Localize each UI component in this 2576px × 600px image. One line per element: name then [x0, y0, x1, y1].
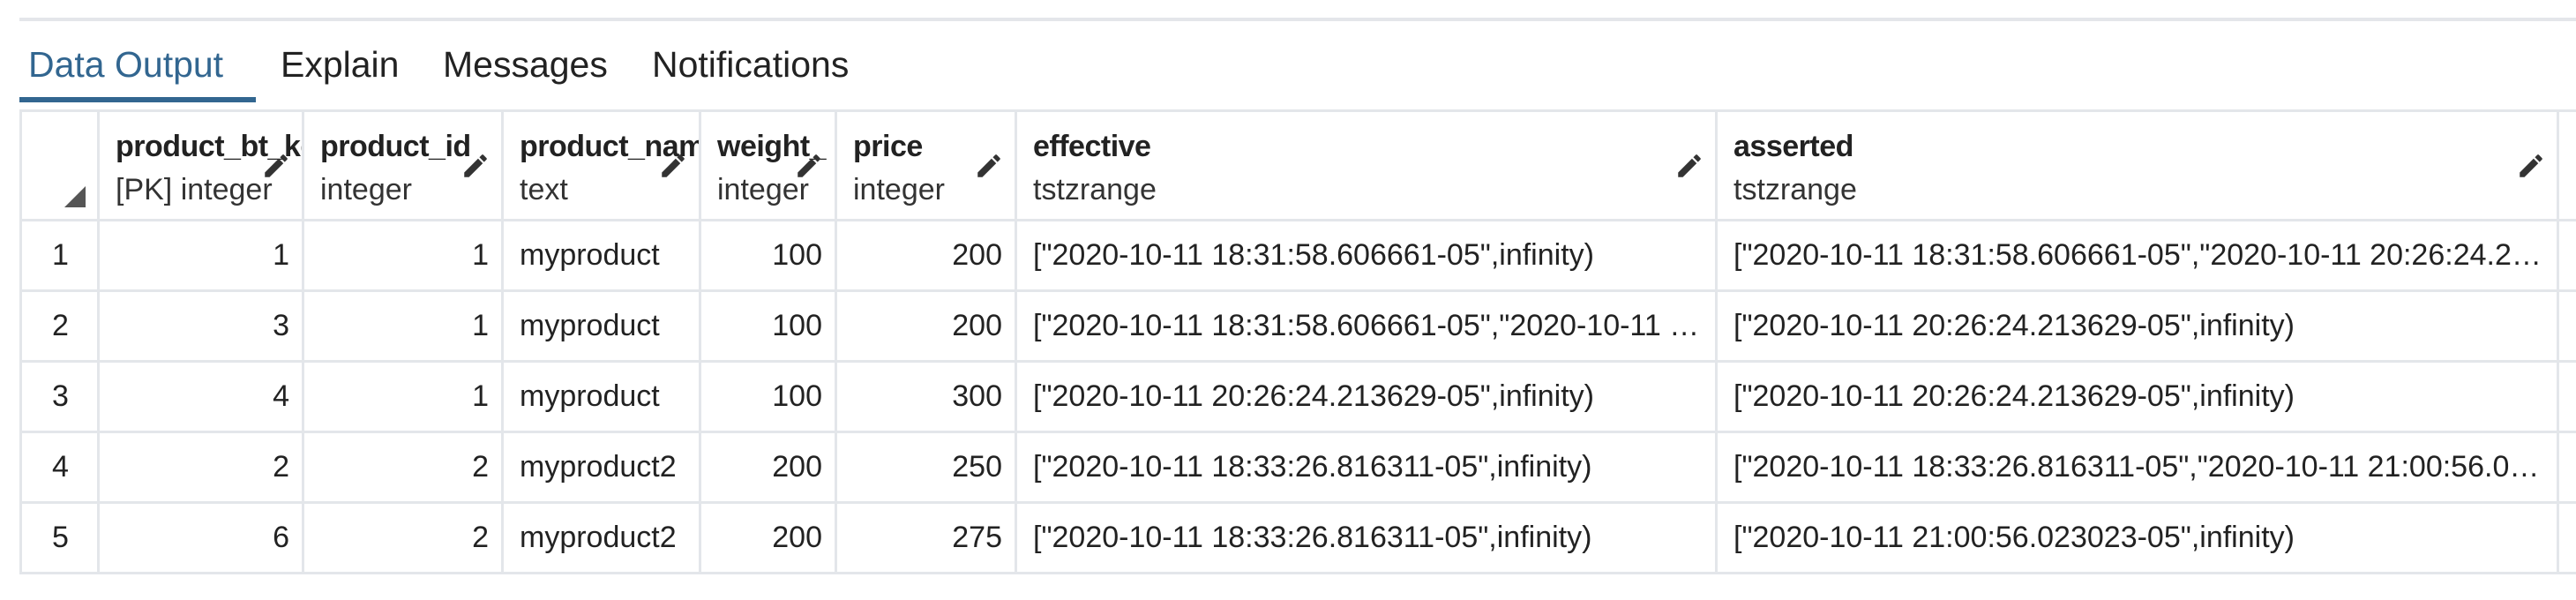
cell-product-bt-key[interactable]: 1 [97, 219, 304, 292]
results-tab-bar: Data Output Explain Messages Notificatio… [19, 21, 2576, 106]
table-row[interactable]: 2 3 1 myproduct 100 200 ["2020-10-11 18:… [19, 289, 2576, 363]
table-row[interactable]: 3 4 1 myproduct 100 300 ["2020-10-11 20:… [19, 360, 2576, 433]
cell-price[interactable]: 200 [835, 219, 1017, 292]
pencil-icon[interactable] [2516, 151, 2546, 181]
column-header-product-id[interactable]: product_id integer [302, 109, 504, 221]
column-header-asserted[interactable]: asserted tstzrange [1715, 109, 2559, 221]
cell-product-name[interactable]: myproduct2 [501, 501, 701, 574]
results-table: product_bt_ke [PK] integer product_id in… [19, 109, 2576, 574]
row-number[interactable]: 1 [19, 219, 100, 292]
cell-price[interactable]: 200 [835, 289, 1017, 363]
pencil-icon[interactable] [794, 151, 824, 181]
cell-asserted[interactable]: ["2020-10-11 20:26:24.213629-05",infinit… [1715, 360, 2559, 433]
header-row: product_bt_ke [PK] integer product_id in… [19, 109, 2576, 221]
pencil-icon[interactable] [461, 151, 490, 181]
cell-product-id[interactable]: 2 [302, 501, 504, 574]
cell-overflow [2557, 501, 2576, 574]
cell-product-name[interactable]: myproduct [501, 219, 701, 292]
column-type: tstzrange [1033, 173, 1157, 206]
row-number[interactable]: 2 [19, 289, 100, 363]
column-header-weight[interactable]: weight_ integer [699, 109, 837, 221]
pencil-icon[interactable] [261, 151, 291, 181]
cell-overflow [2557, 431, 2576, 504]
cell-effective[interactable]: ["2020-10-11 18:31:58.606661-05","2020-1… [1015, 289, 1718, 363]
cell-effective[interactable]: ["2020-10-11 18:33:26.816311-05",infinit… [1015, 431, 1718, 504]
cell-price[interactable]: 275 [835, 501, 1017, 574]
cell-asserted[interactable]: ["2020-10-11 18:33:26.816311-05","2020-1… [1715, 431, 2559, 504]
column-type: tstzrange [1734, 173, 1857, 206]
table-row[interactable]: 1 1 1 myproduct 100 200 ["2020-10-11 18:… [19, 219, 2576, 292]
cell-effective[interactable]: ["2020-10-11 20:26:24.213629-05",infinit… [1015, 360, 1718, 433]
cell-product-bt-key[interactable]: 3 [97, 289, 304, 363]
data-grid: product_bt_ke [PK] integer product_id in… [19, 109, 2576, 582]
cell-product-name[interactable]: myproduct2 [501, 431, 701, 504]
query-results-panel: Data Output Explain Messages Notificatio… [19, 18, 2576, 582]
active-tab-indicator [19, 97, 256, 102]
cell-weight[interactable]: 200 [699, 431, 837, 504]
cell-asserted[interactable]: ["2020-10-11 20:26:24.213629-05",infinit… [1715, 289, 2559, 363]
pencil-icon[interactable] [974, 151, 1004, 181]
cell-weight[interactable]: 100 [699, 219, 837, 292]
column-header-overflow [2557, 109, 2576, 221]
column-name: effective [1033, 130, 1151, 163]
tab-notifications[interactable]: Notifications [652, 42, 849, 106]
cell-product-id[interactable]: 1 [302, 360, 504, 433]
cell-product-name[interactable]: myproduct [501, 289, 701, 363]
column-header-product-bt-key[interactable]: product_bt_ke [PK] integer [97, 109, 304, 221]
column-header-price[interactable]: price integer [835, 109, 1017, 221]
cell-product-bt-key[interactable]: 6 [97, 501, 304, 574]
tab-explain[interactable]: Explain [281, 42, 399, 106]
pencil-icon[interactable] [658, 151, 688, 181]
cell-weight[interactable]: 200 [699, 501, 837, 574]
cell-weight[interactable]: 100 [699, 289, 837, 363]
cell-effective[interactable]: ["2020-10-11 18:31:58.606661-05",infinit… [1015, 219, 1718, 292]
cell-overflow [2557, 289, 2576, 363]
column-header-product-name[interactable]: product_name text [501, 109, 701, 221]
cell-product-name[interactable]: myproduct [501, 360, 701, 433]
table-row[interactable]: 5 6 2 myproduct2 200 275 ["2020-10-11 18… [19, 501, 2576, 574]
cell-product-id[interactable]: 1 [302, 219, 504, 292]
cell-product-id[interactable]: 2 [302, 431, 504, 504]
cell-asserted[interactable]: ["2020-10-11 21:00:56.023023-05",infinit… [1715, 501, 2559, 574]
cell-asserted[interactable]: ["2020-10-11 18:31:58.606661-05","2020-1… [1715, 219, 2559, 292]
row-number[interactable]: 5 [19, 501, 100, 574]
cell-product-id[interactable]: 1 [302, 289, 504, 363]
row-number[interactable]: 4 [19, 431, 100, 504]
cell-overflow [2557, 219, 2576, 292]
cell-product-bt-key[interactable]: 2 [97, 431, 304, 504]
row-number[interactable]: 3 [19, 360, 100, 433]
pencil-icon[interactable] [1674, 151, 1704, 181]
cell-product-bt-key[interactable]: 4 [97, 360, 304, 433]
select-all-corner[interactable] [19, 109, 100, 221]
sort-triangle-icon [64, 186, 86, 207]
cell-price[interactable]: 300 [835, 360, 1017, 433]
cell-effective[interactable]: ["2020-10-11 18:33:26.816311-05",infinit… [1015, 501, 1718, 574]
cell-overflow [2557, 360, 2576, 433]
cell-price[interactable]: 250 [835, 431, 1017, 504]
table-row[interactable]: 4 2 2 myproduct2 200 250 ["2020-10-11 18… [19, 431, 2576, 504]
column-name: asserted [1734, 130, 1853, 163]
tab-messages[interactable]: Messages [443, 42, 608, 106]
column-header-effective[interactable]: effective tstzrange [1015, 109, 1718, 221]
cell-weight[interactable]: 100 [699, 360, 837, 433]
